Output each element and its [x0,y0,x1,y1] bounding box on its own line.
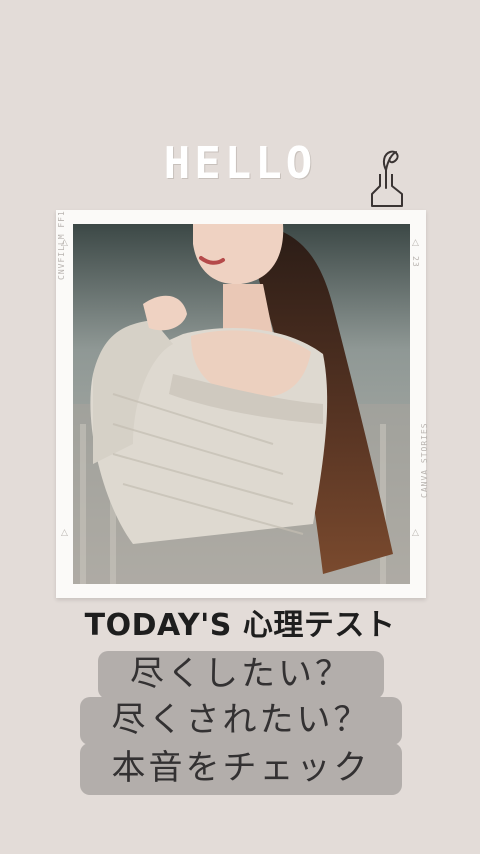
quiz-tagline-line-3: 本音をチェック [80,743,402,795]
film-marker-icon: △ [61,528,68,538]
film-label-right-bottom: CANVA STORIES [420,422,429,498]
film-marker-icon: △ [61,238,68,248]
quiz-subtitle: TODAY'S 心理テスト [84,608,396,643]
quiz-tagline-line-1: 尽くしたい？ [98,651,384,699]
film-label-right-top: 23 [411,256,420,268]
quiz-tagline-line-2: 尽くされたい？ [80,697,402,745]
film-marker-icon: △ [412,528,419,538]
film-marker-icon: △ [412,238,419,248]
woman-in-sweater-photo [73,224,410,584]
photo-frame: CNVFILLM FF1 23 CANVA STORIES △ △ △ △ [56,210,429,598]
flower-vase-icon [371,150,403,207]
